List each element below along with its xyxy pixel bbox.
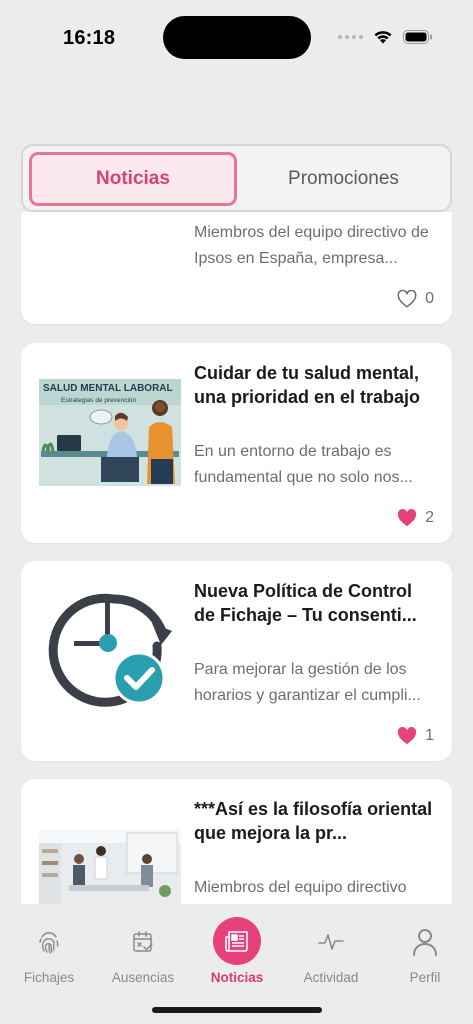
tab-fichajes[interactable]: Fichajes xyxy=(2,920,96,985)
user-icon xyxy=(413,929,437,956)
news-thumbnail-office xyxy=(39,829,181,904)
heart-filled-icon[interactable] xyxy=(397,509,417,527)
tab-label: Ausencias xyxy=(111,970,175,985)
home-indicator[interactable] xyxy=(152,1007,322,1013)
battery-icon xyxy=(403,29,432,44)
status-time: 16:18 xyxy=(63,27,116,49)
fingerprint-icon xyxy=(39,932,59,954)
like-count: 1 xyxy=(425,727,434,744)
news-card-likes[interactable]: 2 xyxy=(397,509,434,527)
news-card-description: Para mejorar la gestión de los horarios … xyxy=(194,661,421,704)
heart-outline-icon[interactable] xyxy=(397,290,417,308)
news-card-description: En un entorno de trabajo es fundamental … xyxy=(194,443,413,486)
tab-promociones[interactable]: Promociones xyxy=(241,152,446,206)
bottom-tab-bar: Fichajes Ausencias Noticias Actividad Pe… xyxy=(0,904,473,1024)
tab-perfil[interactable]: Perfil xyxy=(378,920,472,985)
news-card[interactable]: Miembros del equipo directivo de Ipsos e… xyxy=(21,212,452,324)
status-icons xyxy=(338,29,433,44)
news-card-description: Miembros del equipo directivo xyxy=(194,879,407,896)
news-card-description: Miembros del equipo directivo de Ipsos e… xyxy=(194,224,429,267)
news-card-likes[interactable]: 1 xyxy=(397,727,434,745)
news-card-title: ***Así es la filosofía oriental que mejo… xyxy=(194,799,433,843)
wifi-icon xyxy=(374,31,392,44)
news-thumbnail-salud-mental: SALUD MENTAL LABORAL Estrategias de prev… xyxy=(39,371,181,486)
newspaper-icon xyxy=(225,931,248,952)
like-count: 0 xyxy=(425,290,434,307)
activity-pulse-icon xyxy=(318,934,344,950)
news-card[interactable]: ***Así es la filosofía oriental que mejo… xyxy=(21,779,452,904)
tab-ausencias[interactable]: Ausencias xyxy=(96,920,190,985)
tab-label: Noticias xyxy=(210,970,264,985)
cellular-signal-icon xyxy=(338,34,363,39)
tab-label: Perfil xyxy=(409,970,441,985)
dynamic-island xyxy=(163,16,311,59)
thumbnail-title: SALUD MENTAL LABORAL xyxy=(43,383,173,394)
news-card[interactable]: Nueva Política de Control de Fichaje – T… xyxy=(21,561,452,761)
heart-filled-icon[interactable] xyxy=(397,727,417,745)
news-card-title: Cuidar de tu salud mental, una prioridad… xyxy=(194,363,421,407)
news-card-title: Nueva Política de Control de Fichaje – T… xyxy=(194,581,417,625)
thumbnail-subtitle: Estrategias de prevención xyxy=(61,397,137,404)
clock-check-icon xyxy=(39,583,181,713)
calendar-check-icon xyxy=(133,931,153,952)
tab-noticias[interactable]: Noticias xyxy=(29,152,237,206)
news-card[interactable]: SALUD MENTAL LABORAL Estrategias de prev… xyxy=(21,343,452,543)
status-bar: 16:18 xyxy=(0,0,473,70)
like-count: 2 xyxy=(425,509,434,526)
news-list[interactable]: Miembros del equipo directivo de Ipsos e… xyxy=(0,212,473,904)
tab-noticias-nav[interactable]: Noticias xyxy=(190,917,284,985)
tab-label: Fichajes xyxy=(23,970,75,985)
news-promotions-segmented-control: Noticias Promociones xyxy=(21,144,452,212)
tab-label: Actividad xyxy=(303,970,359,985)
tab-actividad[interactable]: Actividad xyxy=(284,920,378,985)
news-card-likes[interactable]: 0 xyxy=(397,290,434,308)
